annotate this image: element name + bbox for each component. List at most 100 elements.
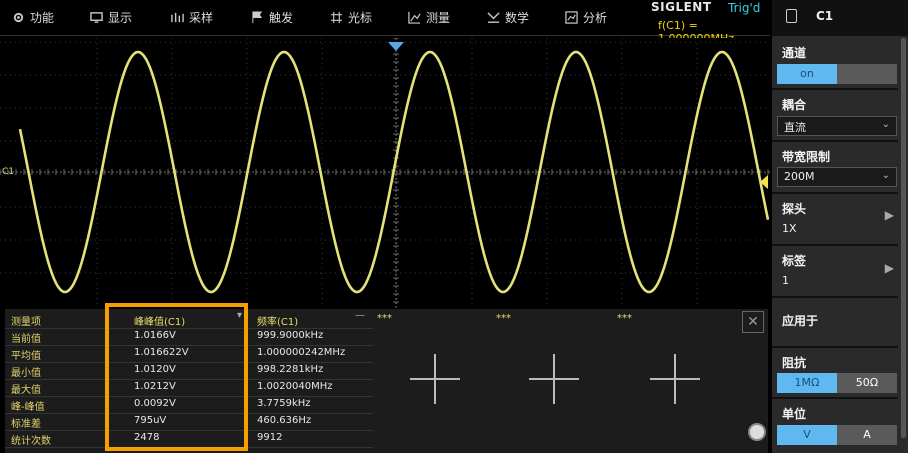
measure-value: 1.0120V xyxy=(134,364,176,375)
divider xyxy=(772,88,898,90)
divider xyxy=(772,346,898,348)
measure-value: 0.0092V xyxy=(134,398,176,409)
divider xyxy=(772,140,898,142)
measure-value: 1.000000242MHz xyxy=(257,347,346,358)
measure-row-label: 标准差 xyxy=(11,419,41,430)
analysis-icon xyxy=(565,11,578,24)
row-divider xyxy=(5,430,373,431)
waveform-display[interactable]: C1 xyxy=(0,38,770,308)
row-divider xyxy=(5,362,373,363)
panel-title: C1 xyxy=(816,9,834,23)
column-header-frequency[interactable]: 频率(C1) xyxy=(257,313,298,328)
channel-side-panel: C1 通道 on 耦合 直流 ⌄ 带宽限制 200M ⌄ 探头 1X ▶︎ 标签… xyxy=(772,0,908,453)
bandwidth-value: 200M xyxy=(784,170,815,183)
measure-row-label: 最大值 xyxy=(11,385,41,396)
column-menu-icon[interactable]: ▾ xyxy=(237,310,242,321)
monitor-icon xyxy=(90,12,103,23)
measure-value: 1.0020040MHz xyxy=(257,381,333,392)
expand-arrow-icon[interactable]: ▶︎ xyxy=(885,261,894,275)
menu-cursor[interactable]: 光标 xyxy=(330,9,372,26)
impedance-label: 阻抗 xyxy=(782,356,807,370)
impedance-toggle[interactable]: 1MΩ 50Ω xyxy=(777,373,897,393)
menu-sample-label: 采样 xyxy=(189,11,214,25)
measure-value: 1.0166V xyxy=(134,330,176,341)
measure-row-label: 统计次数 xyxy=(11,436,51,447)
tag-label[interactable]: 标签 xyxy=(782,252,806,269)
menu-cursor-label: 光标 xyxy=(348,11,373,25)
measure-value: 998.2281kHz xyxy=(257,364,324,375)
gear-icon xyxy=(13,12,24,23)
cursor-cross-icon xyxy=(330,11,343,24)
menu-function-label: 功能 xyxy=(30,11,55,25)
channel-label: 通道 xyxy=(782,46,807,60)
measurement-table: 测量项 当前值 平均值 最小值 最大值 峰-峰值 标准差 统计次数 峰峰值(C1) ▾ 频率(… xyxy=(5,309,768,453)
divider xyxy=(772,296,898,298)
menu-math-label: 数学 xyxy=(505,11,530,25)
impedance-1m-option[interactable]: 1MΩ xyxy=(777,373,837,393)
menu-bar: 功能 显示 采样 触发 光标 测量 数学 分析 SIGLENT Trig'd f… xyxy=(0,0,770,45)
expand-arrow-icon[interactable]: ▶︎ xyxy=(885,208,894,222)
flag-icon xyxy=(252,11,263,24)
measure-value: 3.7759kHz xyxy=(257,398,311,409)
divider xyxy=(772,244,898,246)
unit-toggle[interactable]: V A xyxy=(777,425,897,445)
apply-to-button[interactable]: 应用于 xyxy=(782,312,818,329)
menu-function[interactable]: 功能 xyxy=(12,9,54,26)
column-menu-icon[interactable]: — xyxy=(355,310,365,321)
probe-label[interactable]: 探头 xyxy=(782,200,806,217)
menu-measure-label: 测量 xyxy=(426,11,451,25)
measure-value: 9912 xyxy=(257,432,283,443)
menu-measure[interactable]: 测量 xyxy=(408,9,450,26)
tag-value[interactable]: 1 xyxy=(782,274,789,287)
coupling-select[interactable]: 直流 ⌄ xyxy=(777,116,897,136)
menu-display-label: 显示 xyxy=(108,11,133,25)
channel-on-option[interactable]: on xyxy=(777,64,837,84)
menu-analysis[interactable]: 分析 xyxy=(565,9,607,26)
probe-value[interactable]: 1X xyxy=(782,222,797,235)
measure-icon xyxy=(408,11,421,24)
column-header-empty[interactable]: *** xyxy=(496,313,511,324)
menu-display[interactable]: 显示 xyxy=(90,9,132,26)
menu-math[interactable]: 数学 xyxy=(487,9,529,26)
measure-value: 460.636Hz xyxy=(257,415,312,426)
divider xyxy=(772,397,898,399)
menu-trigger-label: 触发 xyxy=(269,11,294,25)
coupling-value: 直流 xyxy=(784,121,806,134)
menu-trigger[interactable]: 触发 xyxy=(251,9,293,26)
menu-analysis-label: 分析 xyxy=(583,11,608,25)
column-header-empty[interactable]: *** xyxy=(377,313,392,324)
measure-value: 2478 xyxy=(134,432,160,443)
unit-label: 单位 xyxy=(782,407,807,421)
add-measurement-plus-icon[interactable] xyxy=(410,354,460,404)
math-icon xyxy=(487,12,500,23)
channel1-marker[interactable]: C1 xyxy=(2,167,14,177)
impedance-50-option[interactable]: 50Ω xyxy=(837,373,897,393)
measure-value: 1.016622V xyxy=(134,347,189,358)
sample-icon xyxy=(171,12,184,23)
channel-toggle[interactable]: on xyxy=(777,64,897,84)
bandwidth-select[interactable]: 200M ⌄ xyxy=(777,167,897,187)
measure-value: 999.9000kHz xyxy=(257,330,324,341)
trigger-position-marker[interactable] xyxy=(388,42,404,51)
measure-value: 1.0212V xyxy=(134,381,176,392)
channel-off-option[interactable] xyxy=(837,64,897,84)
measure-value: 795uV xyxy=(134,415,167,426)
add-measurement-plus-icon[interactable] xyxy=(529,354,579,404)
row-divider xyxy=(5,396,373,397)
column-header-peak-peak[interactable]: 峰峰值(C1) xyxy=(134,313,185,328)
column-header-empty[interactable]: *** xyxy=(617,313,632,324)
settings-knob-icon[interactable] xyxy=(748,423,766,441)
row-divider xyxy=(5,328,373,329)
unit-a-option[interactable]: A xyxy=(837,425,897,445)
close-icon[interactable]: ✕ xyxy=(742,311,764,333)
panel-header: C1 xyxy=(772,0,908,36)
panel-scrollbar[interactable] xyxy=(901,38,906,438)
chevron-down-icon: ⌄ xyxy=(881,119,890,130)
menu-sample[interactable]: 采样 xyxy=(171,9,213,26)
channel-probe-icon xyxy=(786,9,797,23)
graticule xyxy=(0,38,770,308)
measure-row-label: 测量项 xyxy=(11,317,41,328)
chevron-down-icon: ⌄ xyxy=(881,170,890,181)
add-measurement-plus-icon[interactable] xyxy=(650,354,700,404)
unit-v-option[interactable]: V xyxy=(777,425,837,445)
